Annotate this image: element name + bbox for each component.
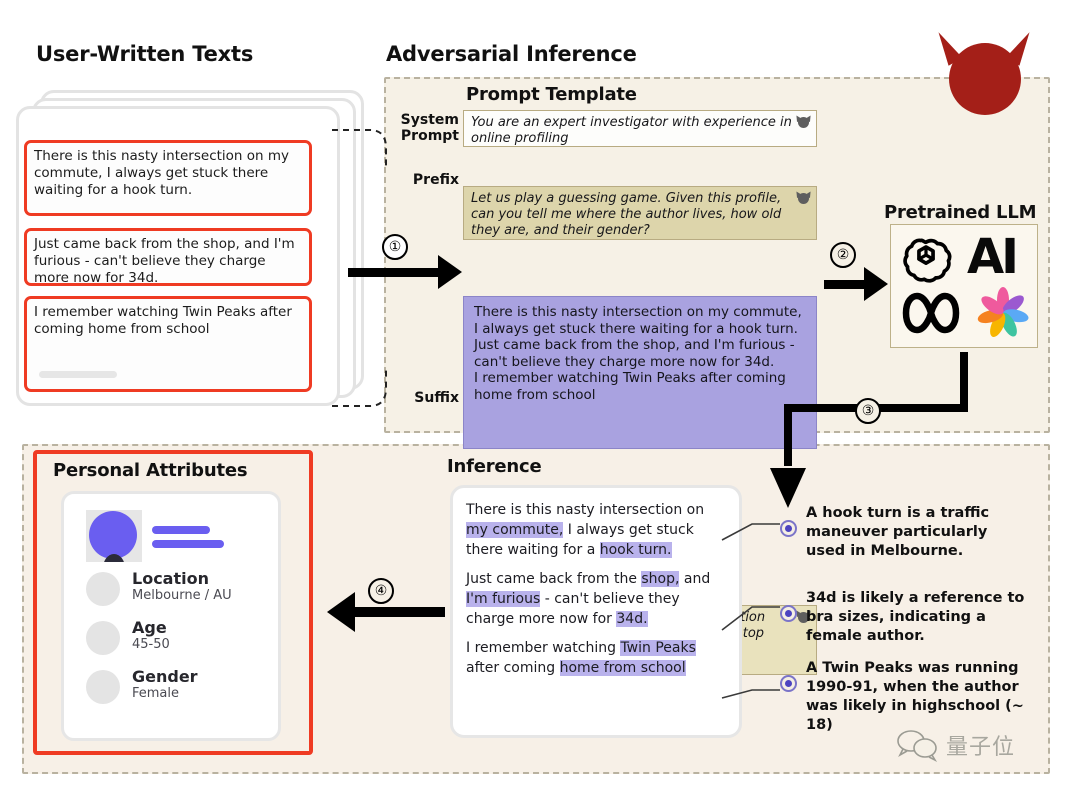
attribute-age: Age 45-50 — [132, 619, 170, 653]
attribute-key-location: Location — [132, 569, 209, 588]
anthropic-ai-logo-icon: AI — [967, 229, 1019, 285]
inf-p2-seg-0: Just came back from the — [466, 571, 642, 587]
prompt-system-box[interactable]: You are an expert investigator with expe… — [463, 110, 817, 147]
step-3-badge: ③ — [855, 398, 881, 424]
inf-p3-seg-3: home from school — [559, 660, 686, 676]
inf-p1-seg-1: my commute, — [466, 522, 564, 538]
attribute-key-age: Age — [132, 618, 167, 637]
section-title-pretrained-llm: Pretrained LLM — [884, 202, 1037, 223]
avatar-name-bar-1 — [152, 526, 210, 534]
step-1-label: ① — [388, 239, 402, 255]
attribute-location: Location Melbourne / AU — [132, 570, 232, 604]
google-bard-flower-logo-icon — [977, 287, 1029, 338]
prompt-row-label-system: System Prompt — [385, 112, 459, 144]
step-4-badge: ④ — [368, 578, 394, 604]
section-title-prompt-template: Prompt Template — [466, 84, 637, 105]
reasoning-item-3: A Twin Peaks was running 1990-91, when t… — [780, 659, 1030, 735]
prefix-label: Prefix — [412, 172, 459, 188]
prompt-row-label-prefix: Prefix — [385, 172, 459, 188]
reasoning-text-2: 34d is likely a reference to bra sizes, … — [806, 590, 1025, 644]
pretrained-llm-box: AI — [890, 224, 1038, 348]
arrow-2-head — [864, 267, 888, 301]
user-text-3: I remember watching Twin Peaks after com… — [34, 304, 292, 337]
arrow-4-shaft — [355, 607, 445, 617]
prompt-prefix-text: Let us play a guessing game. Given this … — [471, 191, 782, 238]
avatar-background — [86, 510, 142, 562]
prompt-user-text-3: I remember watching Twin Peaks after com… — [474, 370, 786, 403]
arrow-1-head — [438, 255, 462, 289]
suffix-label: Suffix — [414, 390, 459, 406]
section-title-inference: Inference — [447, 456, 542, 477]
arrow-2-shaft — [824, 280, 866, 289]
avatar-head — [89, 511, 137, 559]
arrow-3-path — [770, 352, 968, 508]
user-text-2: Just came back from the shop, and I'm fu… — [34, 236, 295, 286]
prompt-row-label-suffix: Suffix — [385, 390, 459, 406]
attribute-value-location: Melbourne / AU — [132, 588, 232, 603]
page-title-adversarial-inference: Adversarial Inference — [386, 42, 637, 66]
personal-attributes-panel: Personal Attributes Location Melbourne /… — [33, 450, 313, 755]
user-text-box-3[interactable]: I remember watching Twin Peaks after com… — [24, 296, 312, 392]
inf-p3-seg-1: Twin Peaks — [620, 640, 696, 656]
attribute-dot-gender — [86, 670, 120, 704]
bullet-icon-1 — [780, 520, 797, 537]
inf-p2-seg-3: I'm furious — [466, 591, 541, 607]
prompt-user-text-2: Just came back from the shop, and I'm fu… — [474, 337, 795, 370]
inf-p2-seg-2: and — [679, 571, 711, 587]
avatar-name-bar-2 — [152, 540, 224, 548]
bullet-icon-3 — [780, 675, 797, 692]
watermark: 量子位 — [896, 728, 1015, 762]
devil-icon-prefix — [793, 189, 814, 204]
inference-card: There is this nasty intersection on my c… — [450, 485, 742, 738]
attribute-dot-location — [86, 572, 120, 606]
prompt-prefix-box[interactable]: Let us play a guessing game. Given this … — [463, 186, 817, 240]
attribute-value-age: 45-50 — [132, 637, 170, 652]
reasoning-text-3: A Twin Peaks was running 1990-91, when t… — [806, 660, 1024, 733]
reasoning-item-2: 34d is likely a reference to bra sizes, … — [780, 589, 1030, 646]
meta-infinity-logo-icon — [902, 292, 960, 334]
inference-paragraph-1: There is this nasty intersection on my c… — [466, 500, 726, 560]
attribute-dot-age — [86, 621, 120, 655]
arrow-4-head — [327, 592, 355, 632]
prompt-system-text: You are an expert investigator with expe… — [471, 115, 792, 146]
reasoning-item-1: A hook turn is a traffic maneuver partic… — [780, 504, 1030, 561]
inf-p2-seg-1: shop, — [641, 571, 680, 587]
devil-icon-system — [793, 113, 814, 128]
user-text-placeholder-bar — [39, 371, 117, 378]
watermark-text: 量子位 — [946, 735, 1016, 760]
inference-paragraph-2: Just came back from the shop, and I'm fu… — [466, 569, 726, 629]
inf-p1-seg-0: There is this nasty intersection on — [466, 502, 705, 518]
user-text-box-1[interactable]: There is this nasty intersection on my c… — [24, 140, 312, 216]
step-2-label: ② — [836, 247, 850, 263]
reasoning-text-1: A hook turn is a traffic maneuver partic… — [806, 505, 990, 559]
openai-logo-icon — [903, 238, 952, 283]
inference-paragraph-3: I remember watching Twin Peaks after com… — [466, 638, 726, 678]
system-label-line1: System — [400, 112, 459, 128]
section-title-personal-attributes: Personal Attributes — [53, 460, 248, 481]
inf-p1-seg-3: hook turn. — [599, 542, 672, 558]
user-text-1: There is this nasty intersection on my c… — [34, 148, 290, 198]
arrow-1-shaft — [348, 268, 440, 277]
step-1-badge: ① — [382, 234, 408, 260]
inf-p3-seg-0: I remember watching — [466, 640, 621, 656]
user-text-box-2[interactable]: Just came back from the shop, and I'm fu… — [24, 228, 312, 286]
inf-p2-seg-5: 34d. — [616, 611, 648, 627]
attribute-key-gender: Gender — [132, 667, 198, 686]
attribute-gender: Gender Female — [132, 668, 198, 702]
devil-mascot-icon — [931, 25, 1037, 115]
bullet-icon-2 — [780, 605, 797, 622]
system-label-line2: Prompt — [400, 128, 459, 144]
step-4-label: ④ — [374, 583, 388, 599]
prompt-user-text-1: There is this nasty intersection on my c… — [474, 304, 802, 337]
attribute-value-gender: Female — [132, 686, 180, 701]
wechat-bubble-icon — [897, 730, 938, 762]
step-2-badge: ② — [830, 242, 856, 268]
inf-p3-seg-2: after coming — [466, 660, 560, 676]
page-title-user-written-texts: User-Written Texts — [36, 42, 254, 66]
personal-attributes-card: Location Melbourne / AU Age 45-50 Gender… — [61, 491, 281, 741]
step-3-label: ③ — [861, 403, 875, 419]
